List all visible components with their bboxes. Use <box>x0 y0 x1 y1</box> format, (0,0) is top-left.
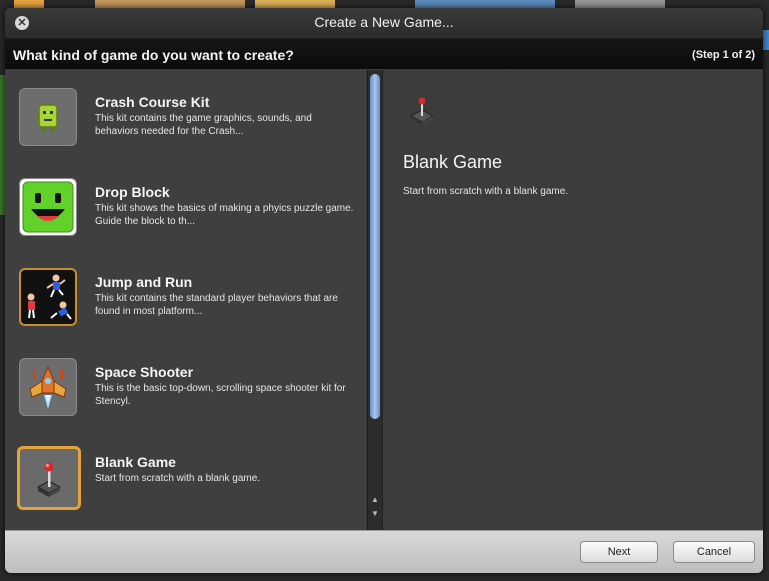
kit-description: Start from scratch with a blank game. <box>95 473 261 484</box>
kit-list-scrollbar[interactable]: ▲ ▼ <box>367 70 382 530</box>
kit-description: This kit shows the basics of making a ph… <box>95 203 354 227</box>
step-indicator: (Step 1 of 2) <box>692 49 755 61</box>
jump-run-icon <box>19 268 77 326</box>
kit-title: Blank Game <box>95 454 176 470</box>
kit-title: Space Shooter <box>95 364 194 380</box>
step-header: What kind of game do you want to create?… <box>5 39 763 69</box>
dialog-footer: Next Cancel <box>5 530 763 573</box>
smiley-block-icon <box>19 178 77 236</box>
scroll-up-icon[interactable]: ▲ <box>369 494 381 506</box>
scroll-down-icon[interactable]: ▼ <box>369 508 381 520</box>
detail-title: Blank Game <box>403 152 503 172</box>
step-question: What kind of game do you want to create? <box>13 47 294 63</box>
kit-description: This kit contains the game graphics, sou… <box>95 113 312 137</box>
kit-title: Jump and Run <box>95 274 193 290</box>
kit-item-drop-block[interactable]: Drop Block This kit shows the basics of … <box>5 160 366 250</box>
create-game-dialog: ✕ Create a New Game... What kind of game… <box>5 8 763 573</box>
background-app-right-edge <box>763 30 769 50</box>
scrollbar-thumb[interactable] <box>370 74 380 419</box>
title-bar: ✕ Create a New Game... <box>5 8 763 39</box>
crash-course-icon <box>19 88 77 146</box>
kit-description: This is the basic top-down, scrolling sp… <box>95 383 346 407</box>
joystick-icon <box>17 446 81 510</box>
kit-item-jump-and-run[interactable]: Jump and Run This kit contains the stand… <box>5 250 366 340</box>
window-title: Create a New Game... <box>314 14 454 30</box>
kit-list: Crash Course Kit This kit contains the g… <box>5 70 366 530</box>
spaceship-icon <box>19 358 77 416</box>
next-button[interactable]: Next <box>580 541 658 563</box>
kit-item-blank-game[interactable]: Blank Game Start from scratch with a bla… <box>5 430 366 520</box>
joystick-icon <box>407 96 437 126</box>
detail-description: Start from scratch with a blank game. <box>403 186 569 197</box>
kit-item-space-shooter[interactable]: Space Shooter This is the basic top-down… <box>5 340 366 430</box>
kit-description: This kit contains the standard player be… <box>95 293 338 317</box>
kit-title: Drop Block <box>95 184 170 200</box>
kit-title: Crash Course Kit <box>95 94 210 110</box>
cancel-button[interactable]: Cancel <box>673 541 755 563</box>
kit-detail-panel: Blank Game Start from scratch with a bla… <box>382 70 763 530</box>
kit-item-crash-course[interactable]: Crash Course Kit This kit contains the g… <box>5 70 366 160</box>
